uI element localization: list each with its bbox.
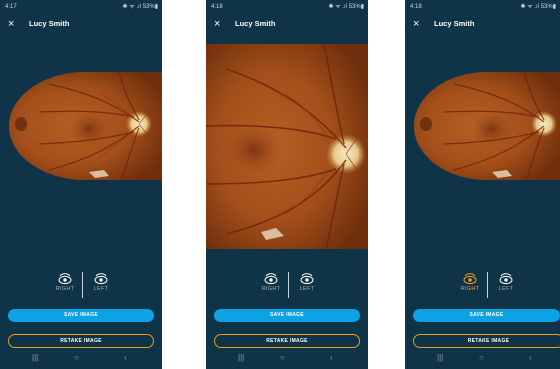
patient-name: Lucy Smith	[235, 19, 276, 28]
eye-divider	[487, 272, 488, 298]
status-bar: 4:17 ✱ ᯤ .ıl 53%▮	[5, 3, 158, 12]
android-nav-bar: ||| ○ ‹	[405, 351, 560, 365]
eye-icon	[94, 273, 108, 285]
status-time: 4:18	[211, 4, 223, 10]
recent-apps-icon[interactable]: |||	[32, 351, 38, 365]
system-status-icons: ✱ ᯤ .ıl 53%▮	[328, 4, 364, 10]
retake-image-button[interactable]: RETAKE IMAGE	[413, 334, 560, 348]
app-header: × Lucy Smith	[0, 15, 162, 33]
system-status-icons: ✱ ᯤ .ıl 53%▮	[520, 4, 556, 10]
left-eye-label: LEFT	[93, 286, 109, 292]
eye-icon	[499, 273, 513, 285]
android-nav-bar: ||| ○ ‹	[0, 351, 162, 365]
home-icon[interactable]: ○	[74, 351, 79, 365]
patient-name: Lucy Smith	[29, 19, 70, 28]
right-eye-label: RIGHT	[460, 286, 480, 292]
status-bar: 4:18 ✱ ᯤ .ıl 53%▮	[211, 3, 364, 12]
eye-icon	[300, 273, 314, 285]
left-eye-option[interactable]: LEFT	[87, 272, 115, 292]
patient-name: Lucy Smith	[434, 19, 475, 28]
retake-image-button[interactable]: RETAKE IMAGE	[8, 334, 154, 348]
save-image-button[interactable]: SAVE IMAGE	[413, 309, 560, 322]
recent-apps-icon[interactable]: |||	[437, 351, 443, 365]
save-image-button[interactable]: SAVE IMAGE	[214, 309, 360, 322]
left-eye-label: LEFT	[299, 286, 315, 292]
back-icon[interactable]: ‹	[529, 351, 532, 365]
close-icon[interactable]: ×	[413, 15, 419, 33]
fundus-image	[9, 72, 162, 180]
left-eye-option[interactable]: LEFT	[492, 272, 520, 292]
back-icon[interactable]: ‹	[124, 351, 127, 365]
recent-apps-icon[interactable]: |||	[238, 351, 244, 365]
back-icon[interactable]: ‹	[330, 351, 333, 365]
status-time: 4:18	[410, 4, 422, 10]
eye-icon	[58, 273, 72, 285]
right-eye-option[interactable]: RIGHT	[456, 272, 484, 292]
eye-selector: RIGHT LEFT	[206, 272, 368, 300]
home-icon[interactable]: ○	[479, 351, 484, 365]
close-icon[interactable]: ×	[8, 15, 14, 33]
home-icon[interactable]: ○	[280, 351, 285, 365]
eye-selector: RIGHT LEFT	[405, 272, 560, 300]
right-eye-label: RIGHT	[55, 286, 75, 292]
right-eye-option[interactable]: RIGHT	[51, 272, 79, 292]
status-bar: 4:18 ✱ ᯤ .ıl 53%▮	[410, 3, 556, 12]
eye-divider	[288, 272, 289, 298]
status-time: 4:17	[5, 4, 17, 10]
eye-icon	[264, 273, 278, 285]
system-status-icons: ✱ ᯤ .ıl 53%▮	[122, 4, 158, 10]
phone-screen-1: 4:17 ✱ ᯤ .ıl 53%▮ × Lucy Smith RIGHT LEF…	[0, 0, 162, 369]
app-header: × Lucy Smith	[405, 15, 560, 33]
phone-screen-2: 4:18 ✱ ᯤ .ıl 53%▮ × Lucy Smith RIGHT LEF…	[206, 0, 368, 369]
close-icon[interactable]: ×	[214, 15, 220, 33]
retake-image-button[interactable]: RETAKE IMAGE	[214, 334, 360, 348]
android-nav-bar: ||| ○ ‹	[206, 351, 368, 365]
app-header: × Lucy Smith	[206, 15, 368, 33]
left-eye-option[interactable]: LEFT	[293, 272, 321, 292]
eye-icon	[463, 273, 477, 285]
left-eye-label: LEFT	[498, 286, 514, 292]
fundus-image	[206, 44, 368, 249]
right-eye-label: RIGHT	[261, 286, 281, 292]
right-eye-option[interactable]: RIGHT	[257, 272, 285, 292]
fundus-image	[414, 72, 560, 180]
eye-divider	[82, 272, 83, 298]
eye-selector: RIGHT LEFT	[0, 272, 162, 300]
phone-screen-3: 4:18 ✱ ᯤ .ıl 53%▮ × Lucy Smith RIGHT LEF…	[405, 0, 560, 369]
save-image-button[interactable]: SAVE IMAGE	[8, 309, 154, 322]
